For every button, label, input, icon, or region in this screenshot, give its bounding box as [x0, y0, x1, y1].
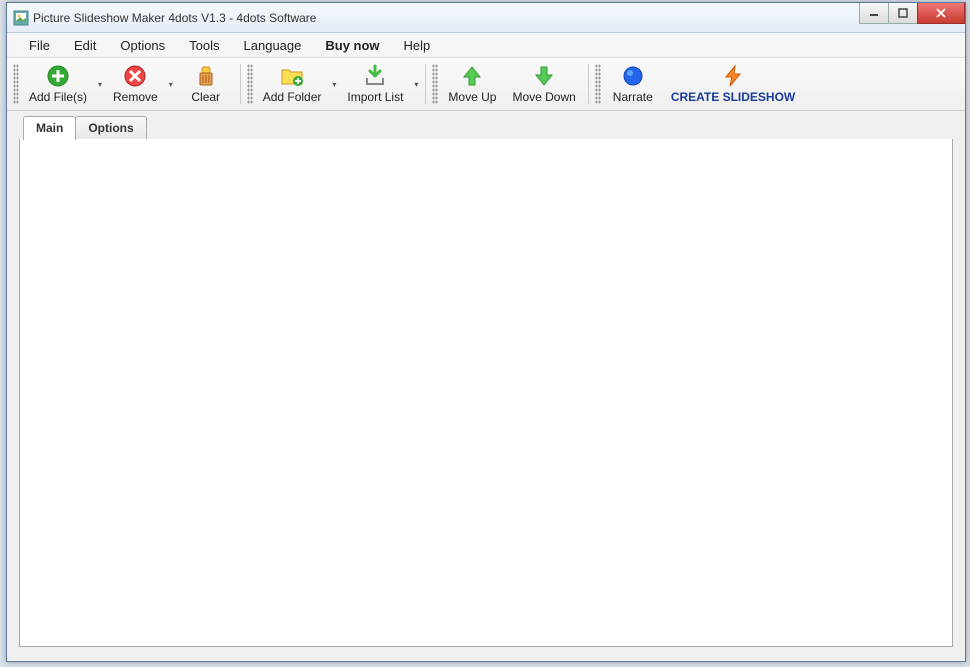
menu-edit[interactable]: Edit: [64, 35, 106, 56]
lightning-icon: [721, 64, 745, 88]
close-button[interactable]: [917, 3, 965, 24]
clear-button[interactable]: Clear: [176, 62, 236, 106]
menu-help[interactable]: Help: [394, 35, 441, 56]
import-list-button[interactable]: Import List: [339, 62, 411, 106]
content-area[interactable]: [19, 137, 953, 647]
remove-icon: [123, 64, 147, 88]
menu-language[interactable]: Language: [234, 35, 312, 56]
move-down-button[interactable]: Move Down: [504, 62, 583, 106]
arrow-up-icon: [460, 64, 484, 88]
move-up-button[interactable]: Move Up: [440, 62, 504, 106]
add-icon: [46, 64, 70, 88]
arrow-down-icon: [532, 64, 556, 88]
create-slideshow-button[interactable]: CREATE SLIDESHOW: [663, 62, 803, 106]
toolbar-grip-icon[interactable]: [13, 64, 19, 104]
add-files-button[interactable]: Add File(s): [21, 62, 95, 106]
menu-buy-now[interactable]: Buy now: [315, 35, 389, 56]
remove-dropdown[interactable]: ▾: [166, 64, 176, 104]
titlebar[interactable]: Picture Slideshow Maker 4dots V1.3 - 4do…: [7, 3, 965, 33]
add-folder-dropdown[interactable]: ▾: [329, 64, 339, 104]
toolbar-grip-icon[interactable]: [595, 64, 601, 104]
toolbar-separator: [425, 64, 426, 104]
add-folder-button[interactable]: Add Folder: [255, 62, 330, 106]
close-icon: [935, 8, 947, 18]
menubar: File Edit Options Tools Language Buy now…: [7, 33, 965, 57]
menu-options[interactable]: Options: [110, 35, 175, 56]
toolbar-grip-icon[interactable]: [247, 64, 253, 104]
window-controls: [860, 3, 965, 24]
menu-tools[interactable]: Tools: [179, 35, 229, 56]
toolbar-separator: [240, 64, 241, 104]
menu-file[interactable]: File: [19, 35, 60, 56]
tab-options[interactable]: Options: [75, 116, 146, 139]
minimize-button[interactable]: [859, 3, 889, 24]
toolbar-separator: [588, 64, 589, 104]
tab-main[interactable]: Main: [23, 116, 76, 140]
import-list-dropdown[interactable]: ▾: [411, 64, 421, 104]
window-title: Picture Slideshow Maker 4dots V1.3 - 4do…: [33, 11, 316, 25]
narrate-button[interactable]: Narrate: [603, 62, 663, 106]
clear-icon: [194, 64, 218, 88]
tabstrip: Main Options: [7, 115, 965, 139]
remove-button[interactable]: Remove: [105, 62, 166, 106]
app-icon: [13, 10, 29, 26]
folder-add-icon: [280, 64, 304, 88]
toolbar-grip-icon[interactable]: [432, 64, 438, 104]
record-icon: [621, 64, 645, 88]
maximize-button[interactable]: [888, 3, 918, 24]
maximize-icon: [898, 8, 908, 18]
import-icon: [363, 64, 387, 88]
toolbar: Add File(s) ▾ Remove ▾ Clear Add Folder …: [7, 57, 965, 111]
minimize-icon: [869, 8, 879, 18]
add-files-dropdown[interactable]: ▾: [95, 64, 105, 104]
app-window: Picture Slideshow Maker 4dots V1.3 - 4do…: [6, 2, 966, 662]
